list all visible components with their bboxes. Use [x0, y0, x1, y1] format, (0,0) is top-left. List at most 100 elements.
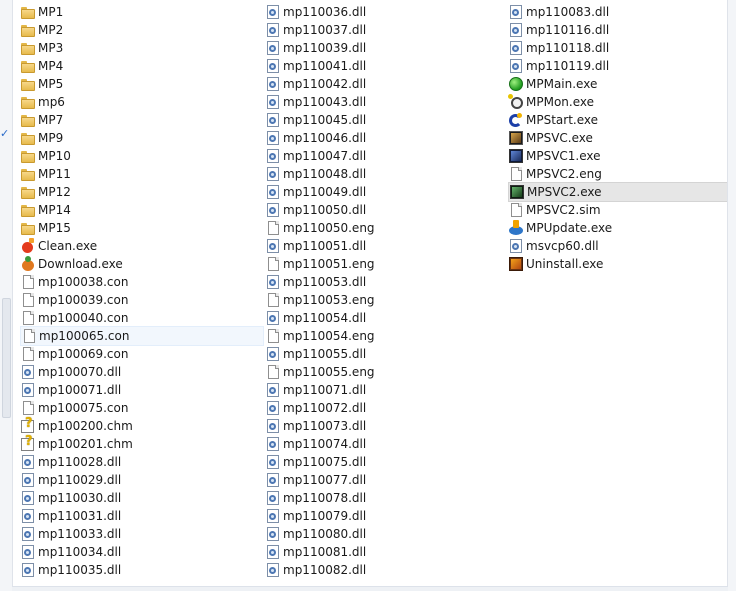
file-name-label: mp100075.con: [38, 401, 129, 415]
folder-item[interactable]: MP2: [20, 21, 264, 39]
file-item[interactable]: mp110039.dll: [265, 39, 505, 57]
file-item[interactable]: mp110118.dll: [508, 39, 728, 57]
file-item[interactable]: mp110055.dll: [265, 345, 505, 363]
file-item[interactable]: mp110055.eng: [265, 363, 505, 381]
folder-item[interactable]: MP12: [20, 183, 264, 201]
file-item[interactable]: Clean.exe: [20, 237, 264, 255]
dll-file-icon: [265, 418, 281, 434]
folder-icon: [20, 202, 36, 218]
file-item[interactable]: mp110051.eng: [265, 255, 505, 273]
file-item[interactable]: mp110078.dll: [265, 489, 505, 507]
folder-item[interactable]: MP9: [20, 129, 264, 147]
file-item[interactable]: MPMain.exe: [508, 75, 728, 93]
file-item[interactable]: mp110079.dll: [265, 507, 505, 525]
file-item[interactable]: Uninstall.exe: [508, 255, 728, 273]
file-item[interactable]: mp110082.dll: [265, 561, 505, 579]
file-item[interactable]: mp110054.eng: [265, 327, 505, 345]
file-item[interactable]: MPStart.exe: [508, 111, 728, 129]
file-item[interactable]: mp110053.eng: [265, 291, 505, 309]
file-item[interactable]: Download.exe: [20, 255, 264, 273]
dll-file-icon: [20, 364, 36, 380]
file-item[interactable]: mp110083.dll: [508, 3, 728, 21]
file-item[interactable]: mp110074.dll: [265, 435, 505, 453]
file-item[interactable]: mp110050.eng: [265, 219, 505, 237]
file-item[interactable]: mp100201.chm: [20, 435, 264, 453]
folder-item[interactable]: MP3: [20, 39, 264, 57]
document-icon: [20, 346, 36, 362]
folder-item[interactable]: MP1: [20, 3, 264, 21]
file-name-label: mp110037.dll: [283, 23, 367, 37]
folder-item[interactable]: MP10: [20, 147, 264, 165]
file-item[interactable]: mp110030.dll: [20, 489, 264, 507]
file-name-label: mp110043.dll: [283, 95, 367, 109]
file-item[interactable]: msvcp60.dll: [508, 237, 728, 255]
document-icon: [265, 292, 281, 308]
file-item[interactable]: MPSVC2.eng: [508, 165, 728, 183]
scroll-thumb[interactable]: [2, 298, 11, 418]
file-item[interactable]: mp110048.dll: [265, 165, 505, 183]
file-item[interactable]: MPSVC1.exe: [508, 147, 728, 165]
file-item[interactable]: mp110077.dll: [265, 471, 505, 489]
file-item[interactable]: MPSVC2.sim: [508, 201, 728, 219]
file-item[interactable]: mp110119.dll: [508, 57, 728, 75]
file-item[interactable]: mp110029.dll: [20, 471, 264, 489]
file-item[interactable]: mp110072.dll: [265, 399, 505, 417]
file-item[interactable]: mp100040.con: [20, 309, 264, 327]
file-item[interactable]: mp110073.dll: [265, 417, 505, 435]
file-item[interactable]: mp110041.dll: [265, 57, 505, 75]
file-item[interactable]: mp100065.con: [20, 326, 264, 346]
folder-item[interactable]: mp6: [20, 93, 264, 111]
file-item[interactable]: mp110050.dll: [265, 201, 505, 219]
file-item[interactable]: mp100071.dll: [20, 381, 264, 399]
file-item[interactable]: mp110053.dll: [265, 273, 505, 291]
file-item[interactable]: mp100200.chm: [20, 417, 264, 435]
file-item[interactable]: mp100038.con: [20, 273, 264, 291]
file-name-label: mp110080.dll: [283, 527, 367, 541]
file-item[interactable]: mp110075.dll: [265, 453, 505, 471]
folder-item[interactable]: MP14: [20, 201, 264, 219]
file-item[interactable]: mp110031.dll: [20, 507, 264, 525]
folder-item[interactable]: MP15: [20, 219, 264, 237]
file-item[interactable]: mp110037.dll: [265, 21, 505, 39]
file-name-label: MPMon.exe: [526, 95, 594, 109]
dll-file-icon: [265, 436, 281, 452]
file-item[interactable]: mp110035.dll: [20, 561, 264, 579]
folder-item[interactable]: MP5: [20, 75, 264, 93]
file-item[interactable]: MPMon.exe: [508, 93, 728, 111]
file-item[interactable]: MPUpdate.exe: [508, 219, 728, 237]
file-item[interactable]: mp110043.dll: [265, 93, 505, 111]
file-item[interactable]: mp110046.dll: [265, 129, 505, 147]
file-item[interactable]: mp110033.dll: [20, 525, 264, 543]
folder-item[interactable]: MP11: [20, 165, 264, 183]
file-item[interactable]: mp110081.dll: [265, 543, 505, 561]
left-scroll-strip[interactable]: ✓: [0, 0, 13, 591]
file-item[interactable]: mp110034.dll: [20, 543, 264, 561]
file-item[interactable]: mp110047.dll: [265, 147, 505, 165]
folder-icon: [20, 112, 36, 128]
file-item[interactable]: mp110051.dll: [265, 237, 505, 255]
folder-item[interactable]: MP7: [20, 111, 264, 129]
file-name-label: MP4: [38, 59, 64, 73]
folder-icon: [20, 76, 36, 92]
dll-file-icon: [508, 4, 524, 20]
file-item[interactable]: mp100069.con: [20, 345, 264, 363]
file-item[interactable]: MPSVC2.exe: [508, 182, 728, 202]
file-item[interactable]: mp110071.dll: [265, 381, 505, 399]
file-item[interactable]: mp110045.dll: [265, 111, 505, 129]
file-item[interactable]: mp110049.dll: [265, 183, 505, 201]
file-item[interactable]: mp110080.dll: [265, 525, 505, 543]
file-item[interactable]: mp110116.dll: [508, 21, 728, 39]
file-item[interactable]: mp100075.con: [20, 399, 264, 417]
help-file-icon: [20, 435, 36, 452]
folder-item[interactable]: MP4: [20, 57, 264, 75]
file-item[interactable]: mp100039.con: [20, 291, 264, 309]
dll-file-icon: [265, 526, 281, 542]
file-item[interactable]: mp100070.dll: [20, 363, 264, 381]
file-item[interactable]: mp110028.dll: [20, 453, 264, 471]
file-item[interactable]: mp110054.dll: [265, 309, 505, 327]
dll-file-icon: [265, 22, 281, 38]
file-name-label: mp110048.dll: [283, 167, 367, 181]
file-item[interactable]: mp110042.dll: [265, 75, 505, 93]
file-item[interactable]: MPSVC.exe: [508, 129, 728, 147]
file-item[interactable]: mp110036.dll: [265, 3, 505, 21]
